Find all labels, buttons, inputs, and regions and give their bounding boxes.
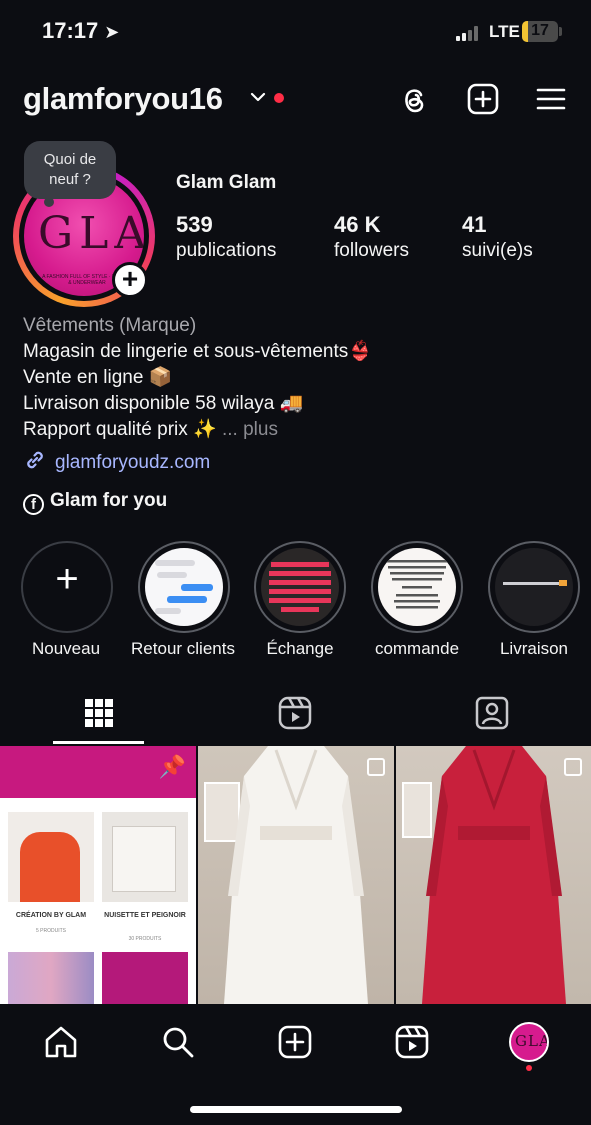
- add-story-button[interactable]: +: [112, 262, 148, 298]
- search-icon[interactable]: [160, 1024, 196, 1060]
- highlight-label[interactable]: Nouveau: [6, 639, 126, 659]
- post-thumbnail-pinned[interactable]: 📌 CRÉATION BY GLAM 5 PRODUITS NUISETTE E…: [0, 746, 196, 1004]
- create-post-icon[interactable]: [466, 82, 500, 116]
- multi-photo-icon: [367, 758, 385, 776]
- following-label[interactable]: suivi(e)s: [462, 240, 533, 262]
- notification-dot: [274, 93, 284, 103]
- highlight-cover: [145, 548, 223, 626]
- chevron-down-icon[interactable]: [249, 88, 267, 111]
- bio-more-link[interactable]: ... plus: [222, 419, 278, 440]
- following-count[interactable]: 41: [462, 212, 486, 238]
- post-thumbnail[interactable]: [396, 746, 591, 1004]
- highlight-echange[interactable]: [254, 541, 346, 633]
- product-title: NUISETTE ET PEIGNOIR: [104, 912, 186, 919]
- threads-icon[interactable]: [397, 82, 431, 116]
- highlight-commande[interactable]: [371, 541, 463, 633]
- product-image: [102, 952, 188, 1004]
- location-arrow-icon: ➤: [104, 22, 120, 42]
- followers-count[interactable]: 46 K: [334, 212, 380, 238]
- highlight-label[interactable]: Livraison: [474, 639, 591, 659]
- facebook-icon: f: [23, 494, 44, 515]
- profile-username[interactable]: glamforyou16: [23, 81, 223, 117]
- tagged-icon[interactable]: [474, 695, 510, 731]
- menu-icon[interactable]: [534, 82, 568, 116]
- white-nightgown: [224, 746, 368, 1004]
- followers-label[interactable]: followers: [334, 240, 409, 262]
- home-icon[interactable]: [43, 1024, 79, 1060]
- avatar-logo: GLAM: [38, 208, 144, 259]
- website-link[interactable]: glamforyoudz.com: [23, 448, 210, 474]
- profile-tab-avatar[interactable]: GLAM: [509, 1022, 549, 1062]
- highlight-label[interactable]: commande: [357, 639, 477, 659]
- product-image: [8, 812, 94, 902]
- status-time: 17:17 ➤: [42, 18, 120, 43]
- product-count: 30 PRODUITS: [128, 936, 162, 942]
- active-tab-indicator: [53, 741, 144, 744]
- avatar-logo: GLAM: [515, 1032, 547, 1050]
- product-title: CRÉATION BY GLAM: [15, 912, 87, 919]
- link-icon: [27, 451, 43, 469]
- reels-icon[interactable]: [394, 1024, 430, 1060]
- highlight-new[interactable]: +: [21, 541, 113, 633]
- battery-tip: [559, 27, 562, 36]
- signal-strength-icon: [456, 25, 484, 41]
- home-indicator[interactable]: [190, 1106, 402, 1113]
- post-thumbnail[interactable]: [198, 746, 394, 1004]
- create-icon[interactable]: [277, 1024, 313, 1060]
- posts-label[interactable]: publications: [176, 240, 276, 262]
- network-type: LTE: [489, 22, 520, 41]
- highlight-label[interactable]: Échange: [240, 639, 360, 659]
- pin-icon: 📌: [158, 754, 186, 779]
- bio-line: Livraison disponible 58 wilaya 🚚: [23, 393, 304, 414]
- posts-count[interactable]: 539: [176, 212, 213, 238]
- multi-photo-icon: [564, 758, 582, 776]
- plus-icon: +: [55, 557, 79, 601]
- battery-level: 17: [531, 22, 549, 39]
- highlight-cover: [261, 548, 339, 626]
- facebook-link[interactable]: f Glam for you: [23, 490, 167, 515]
- reels-icon[interactable]: [277, 695, 313, 731]
- bio-line: Rapport qualité prix ✨: [23, 419, 217, 440]
- product-image: [8, 952, 94, 1004]
- red-nightgown: [422, 746, 566, 1004]
- facebook-link-text[interactable]: Glam for you: [50, 490, 167, 511]
- website-link-text[interactable]: glamforyoudz.com: [55, 452, 210, 473]
- highlight-cover: [378, 548, 456, 626]
- bio-line-last: Rapport qualité prix ✨ ... plus: [23, 417, 278, 443]
- display-name: Glam Glam: [176, 172, 277, 193]
- profile-category: Vêtements (Marque): [23, 315, 197, 336]
- bio-line: Magasin de lingerie et sous-vêtements👙: [23, 341, 372, 362]
- notification-dot: [526, 1065, 532, 1071]
- bio-line: Vente en ligne 📦: [23, 367, 173, 388]
- highlight-retour-clients[interactable]: [138, 541, 230, 633]
- product-image: [102, 812, 188, 902]
- highlight-livraison[interactable]: [488, 541, 580, 633]
- note-text-line2: neuf ?: [49, 171, 91, 188]
- product-count: 5 PRODUITS: [35, 928, 66, 934]
- highlight-cover: [495, 548, 573, 626]
- note-text-line1: Quoi de: [43, 151, 97, 168]
- note-bubble[interactable]: Quoi de neuf ?: [24, 141, 116, 199]
- highlight-label[interactable]: Retour clients: [123, 639, 243, 659]
- battery-icon: 17: [522, 21, 558, 42]
- grid-icon[interactable]: [81, 695, 117, 731]
